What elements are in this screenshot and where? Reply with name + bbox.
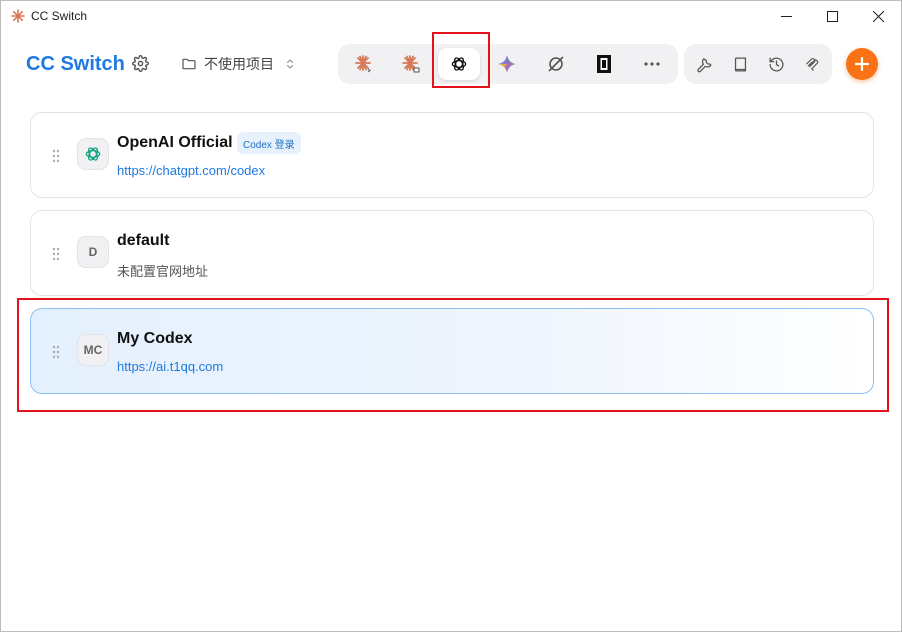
- maximize-icon: [826, 11, 838, 22]
- plus-icon: [854, 56, 870, 72]
- add-provider-button[interactable]: [846, 48, 878, 80]
- app-switcher: [338, 44, 678, 84]
- provider-avatar: [77, 138, 109, 170]
- active-tab-highlight: [432, 32, 490, 88]
- toolbar: [684, 44, 832, 84]
- terminal-app-icon: [597, 55, 611, 73]
- gemini-icon: [498, 55, 516, 73]
- docs-button[interactable]: [730, 54, 750, 74]
- wrench-icon: [696, 57, 712, 72]
- title-bar[interactable]: CC Switch: [1, 1, 901, 32]
- provider-url: 未配置官网地址: [117, 264, 209, 279]
- minimize-button[interactable]: [763, 1, 809, 32]
- folder-icon: [182, 58, 196, 70]
- tools-button[interactable]: [694, 54, 714, 74]
- tab-opencode[interactable]: [535, 48, 577, 80]
- active-card-highlight: [17, 298, 889, 412]
- provider-name: default: [117, 232, 170, 249]
- close-icon: [872, 11, 884, 22]
- project-selector[interactable]: 不使用项目: [181, 54, 296, 74]
- project-label: 不使用项目: [204, 56, 274, 72]
- provider-card[interactable]: OpenAI Official Codex 登录 https://chatgpt…: [30, 112, 874, 198]
- mcp-icon: [805, 57, 818, 71]
- window-title: CC Switch: [31, 9, 88, 23]
- drag-handle-icon[interactable]: [52, 149, 60, 163]
- cc-switch-logo-icon: [11, 9, 25, 23]
- gear-icon[interactable]: [132, 55, 149, 72]
- maximize-button[interactable]: [809, 1, 855, 32]
- close-button[interactable]: [855, 1, 901, 32]
- claude-code-icon: [355, 55, 371, 73]
- tab-terminal-app[interactable]: [583, 48, 625, 80]
- claude-desktop-icon: [402, 55, 420, 73]
- book-icon: [734, 56, 746, 72]
- drag-handle-icon[interactable]: [52, 247, 60, 261]
- more-icon: [644, 62, 660, 66]
- provider-card[interactable]: D default 未配置官网地址: [30, 210, 874, 296]
- chevron-up-down-icon: [287, 59, 293, 69]
- provider-url[interactable]: https://chatgpt.com/codex: [117, 163, 265, 178]
- opencode-icon: [548, 56, 564, 72]
- app-window: CC Switch CC Switch 不使用项目 OpenAI Officia…: [0, 0, 902, 632]
- tab-claude-desktop[interactable]: [390, 48, 432, 80]
- provider-avatar: D: [77, 236, 109, 268]
- history-button[interactable]: [766, 54, 786, 74]
- provider-badge: Codex 登录: [237, 132, 301, 154]
- tab-gemini[interactable]: [486, 48, 528, 80]
- openai-icon: [85, 147, 101, 161]
- mcp-button[interactable]: [802, 54, 822, 74]
- brand-title: CC Switch: [26, 53, 125, 75]
- provider-name: OpenAI Official: [117, 134, 233, 151]
- tab-more[interactable]: [631, 48, 673, 80]
- history-icon: [768, 56, 783, 72]
- minimize-icon: [780, 16, 792, 17]
- tab-claude-code[interactable]: [343, 48, 385, 80]
